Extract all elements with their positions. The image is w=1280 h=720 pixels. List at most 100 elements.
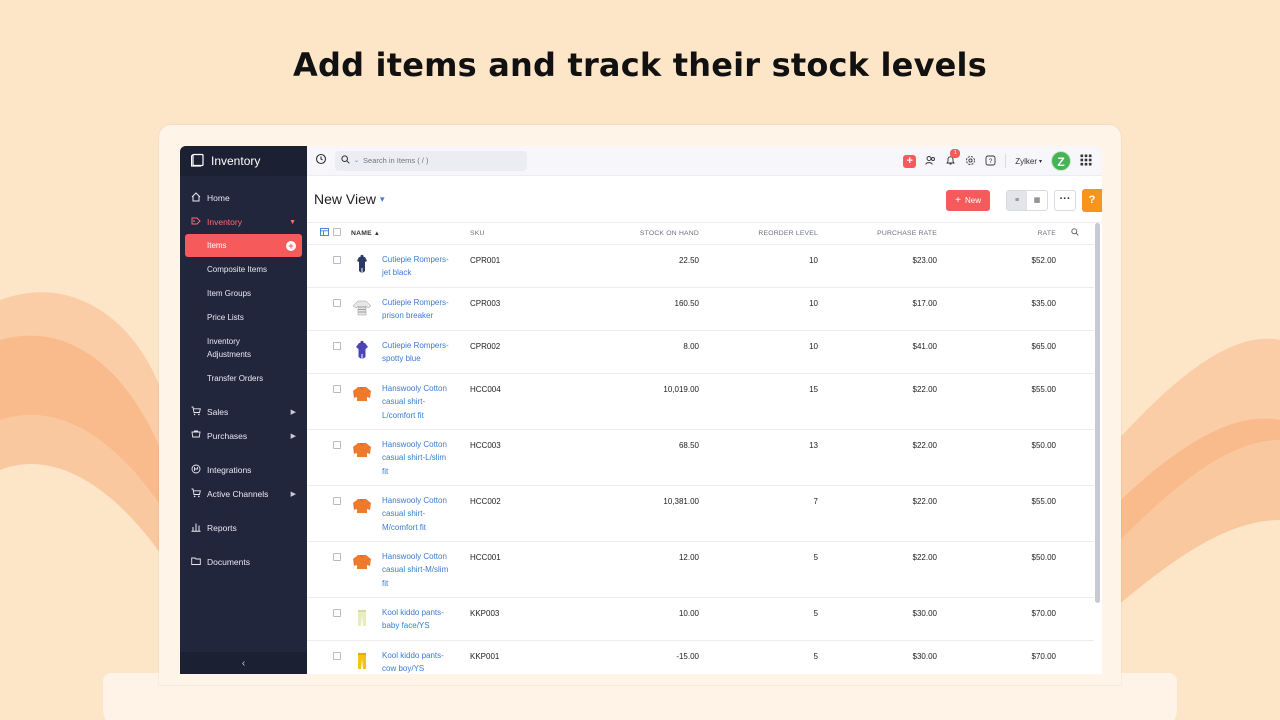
column-header-sku[interactable]: SKU [470,223,530,245]
item-name-line: fit [382,578,389,588]
help-icon[interactable]: ? [985,155,996,168]
brand-label: Inventory [211,154,261,168]
row-checkbox[interactable] [333,440,341,449]
avatar[interactable]: Z [1051,151,1071,171]
view-bar: New View ▾ + New ≡ ▦ ··· ? [307,176,1102,223]
column-header-reorder[interactable]: REORDER LEVEL [699,223,818,245]
search-box[interactable]: ⌄ [335,150,527,171]
gear-icon[interactable] [965,155,976,168]
chevron-down-icon[interactable]: ⌄ [354,157,359,164]
column-header-purchase-rate[interactable]: PURCHASE RATE [818,223,937,245]
sku-cell: KKP003 [470,597,530,641]
row-checkbox[interactable] [333,384,341,393]
reorder-cell: 13 [699,429,818,486]
notifications-button[interactable]: 1 [945,148,961,168]
table-row[interactable]: Hanswooly Cotton casual shirt- L/comfort f… [307,373,1094,430]
column-header-rate[interactable]: RATE [937,223,1056,245]
search-input[interactable] [363,156,514,165]
sidebar-item-purchases[interactable]: Purchases ▶ [180,424,307,448]
reorder-cell: 5 [699,640,818,674]
item-name-link[interactable]: Cutiepie Rompers-prison breaker [382,296,449,323]
sidebar-item-integrations[interactable]: Integrations [180,458,307,482]
grid-view-icon[interactable]: ▦ [1027,191,1047,210]
view-selector[interactable]: New View ▾ [314,191,385,207]
rate-cell: $70.00 [937,640,1056,674]
sidebar-sub-inventory-adjustments[interactable]: Inventory Adjustments [180,329,307,366]
row-checkbox[interactable] [333,496,341,505]
users-icon[interactable] [925,155,936,168]
table-row[interactable]: Hanswooly Cotton casual shirt-L/slim fit H… [307,429,1094,486]
new-item-button[interactable]: + New [946,190,990,211]
add-item-icon[interactable]: + [286,240,296,251]
sku-cell: KKP001 [470,640,530,674]
table-row[interactable]: Cutiepie Rompers-jet black CPR001 22.50 … [307,244,1094,288]
column-header-name[interactable]: NAME ▲ [351,223,470,245]
table-row[interactable]: Cutiepie Rompers-prison breaker CPR003 1… [307,287,1094,331]
item-thumbnail [351,551,373,591]
rate-cell: $70.00 [937,597,1056,641]
row-checkbox[interactable] [333,341,341,350]
sidebar-item-label: Integrations [207,465,252,475]
table-row[interactable]: Cutiepie Rompers-spotty blue CPR002 8.00… [307,330,1094,374]
table-row[interactable]: Kool kiddo pants-baby face/YS KKP003 10.… [307,597,1094,641]
sidebar-sub-items[interactable]: Items + [185,234,302,257]
sidebar-item-inventory[interactable]: Inventory ▼ [180,210,307,234]
row-checkbox[interactable] [333,608,341,617]
sidebar-sub-price-lists[interactable]: Price Lists [180,305,307,329]
item-thumbnail [351,495,373,535]
item-name-line: Cutiepie Rompers- [382,297,449,307]
row-checkbox[interactable] [333,651,341,660]
history-icon[interactable] [315,152,327,170]
sidebar-sub-composite-items[interactable]: Composite Items [180,257,307,281]
column-customize-icon[interactable] [307,223,333,245]
select-all-checkbox[interactable] [333,228,341,237]
stock-cell: 10,019.00 [530,373,699,430]
item-name-link[interactable]: Hanswooly Cotton casual shirt-L/slim fit [382,438,447,479]
reorder-cell: 5 [699,597,818,641]
sidebar-sub-label: Transfer Orders [207,373,264,383]
header-label: SKU [470,229,485,237]
column-header-stock[interactable]: STOCK ON HAND [530,223,699,245]
more-options-button[interactable]: ··· [1054,190,1076,211]
sidebar-brand[interactable]: Inventory [180,146,307,176]
item-name-link[interactable]: Cutiepie Rompers-jet black [382,253,449,280]
sidebar-sub-transfer-orders[interactable]: Transfer Orders [180,366,307,390]
sidebar-item-active-channels[interactable]: Active Channels ▶ [180,482,307,506]
item-name-line: casual shirt- [382,397,426,406]
purchase-rate-cell: $41.00 [818,330,937,374]
item-name-link[interactable]: Hanswooly Cotton casual shirt- L/comfort f… [382,382,447,423]
sidebar-item-reports[interactable]: Reports [180,516,307,540]
row-checkbox[interactable] [333,552,341,561]
item-name-link[interactable]: Hanswooly Cotton casual shirt-M/slim fit [382,550,448,591]
org-switcher[interactable]: Zylker ▾ [1015,157,1042,166]
vertical-scrollbar[interactable] [1095,223,1100,603]
item-name-line: Kool kiddo pants- [382,650,444,660]
help-tab-button[interactable]: ? [1082,189,1102,212]
new-button-label: New [964,196,981,205]
row-checkbox[interactable] [333,298,341,307]
item-name-line: prison breaker [382,311,434,320]
reorder-cell: 15 [699,373,818,430]
sku-cell: CPR001 [470,244,530,288]
list-view-icon[interactable]: ≡ [1007,191,1027,210]
sidebar-collapse-button[interactable]: ‹ [180,652,307,674]
quick-create-button[interactable]: + [903,154,917,168]
app-grid-icon[interactable] [1080,154,1092,168]
sidebar-sub-item-groups[interactable]: Item Groups [180,281,307,305]
sidebar-item-home[interactable]: Home [180,186,307,210]
item-name-link[interactable]: Hanswooly Cotton casual shirt- M/comfort f… [382,494,447,535]
row-checkbox[interactable] [333,255,341,264]
item-name-link[interactable]: Kool kiddo pants-baby face/YS [382,606,444,633]
inventory-icon [191,216,201,228]
rate-cell: $35.00 [937,287,1056,331]
table-row[interactable]: Kool kiddo pants-cow boy/YS KKP001 -15.0… [307,640,1094,674]
table-search-icon[interactable] [1056,223,1094,245]
sidebar-item-documents[interactable]: Documents [180,550,307,574]
sidebar-item-sales[interactable]: Sales ▶ [180,400,307,424]
table-row[interactable]: Hanswooly Cotton casual shirt- M/comfort f… [307,485,1094,542]
purchase-rate-cell: $22.00 [818,485,937,542]
item-name-link[interactable]: Kool kiddo pants-cow boy/YS [382,649,444,675]
table-row[interactable]: Hanswooly Cotton casual shirt-M/slim fit H… [307,541,1094,598]
item-name-link[interactable]: Cutiepie Rompers-spotty blue [382,339,449,366]
caret-right-icon: ▶ [290,409,296,416]
